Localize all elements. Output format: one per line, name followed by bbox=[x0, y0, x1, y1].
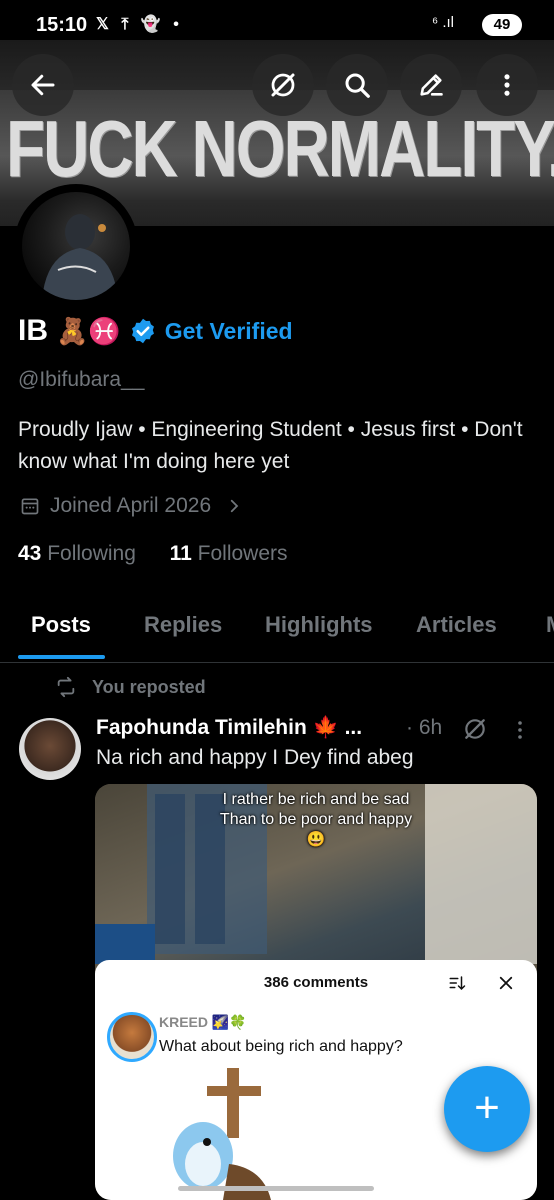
post-author-name[interactable]: Fapohunda Timilehin 🍁 ... bbox=[96, 716, 362, 740]
caption-line-1: I rather be rich and be sad bbox=[222, 791, 410, 808]
compose-fab-button[interactable]: + bbox=[444, 1066, 530, 1152]
tab-media[interactable]: M bbox=[546, 612, 554, 638]
avatar-figure-icon bbox=[42, 214, 118, 300]
calendar-icon bbox=[21, 498, 39, 515]
battery-indicator: 49 bbox=[482, 14, 522, 36]
penguin-sticker-icon bbox=[173, 1068, 271, 1200]
profile-handle: @Ibifubara__ bbox=[18, 368, 145, 391]
caption-line-2: Than to be poor and happy bbox=[219, 811, 413, 828]
tab-replies[interactable]: Replies bbox=[144, 612, 222, 638]
post-text: Na rich and happy I Dey find abeg bbox=[96, 746, 414, 769]
close-icon bbox=[499, 976, 513, 990]
tab-articles[interactable]: Articles bbox=[416, 612, 497, 638]
profile-name-row: IB 🧸♓ Get Verified bbox=[18, 314, 293, 348]
edit-button[interactable] bbox=[400, 54, 462, 116]
comment-username: KREED 🌠🍀 bbox=[159, 1014, 247, 1030]
post-timestamp: · 6h bbox=[406, 716, 443, 739]
status-time: 15:10 bbox=[36, 14, 88, 36]
wifi-signal-icon: ⁶ .ıl bbox=[432, 14, 455, 31]
repost-context: You reposted bbox=[54, 676, 206, 698]
tab-posts[interactable]: Posts bbox=[31, 612, 91, 638]
active-tab-indicator bbox=[18, 655, 105, 659]
comment-text: What about being rich and happy? bbox=[159, 1038, 403, 1055]
following-count: 43 bbox=[18, 542, 42, 565]
grok-icon[interactable] bbox=[462, 716, 488, 742]
search-icon bbox=[345, 73, 370, 98]
more-vertical-icon bbox=[504, 74, 510, 96]
profile-bio: Proudly Ijaw • Engineering Student • Jes… bbox=[18, 418, 523, 473]
media-caption: I rather be rich and be sad Than to be p… bbox=[95, 790, 537, 850]
notification-icons: 𝕏 ⤒ 👻 • bbox=[96, 16, 183, 33]
followers-label: Followers bbox=[197, 542, 288, 565]
following-label: Following bbox=[47, 542, 136, 565]
avatar-image bbox=[22, 192, 130, 300]
joined-date: Joined April 2026 bbox=[50, 494, 212, 517]
arrow-left-icon bbox=[31, 74, 55, 96]
back-button[interactable] bbox=[12, 54, 74, 116]
get-verified-link[interactable]: Get Verified bbox=[165, 318, 293, 345]
caption-emoji: 😃 bbox=[306, 831, 326, 848]
tab-highlights[interactable]: Highlights bbox=[265, 612, 373, 638]
followers-count: 11 bbox=[169, 542, 192, 565]
verified-badge-icon[interactable] bbox=[129, 317, 157, 345]
followers-link[interactable]: 11 Followers bbox=[170, 542, 288, 565]
grok-icon bbox=[271, 73, 295, 97]
grok-button[interactable] bbox=[252, 54, 314, 116]
profile-name-emojis: 🧸♓ bbox=[56, 315, 121, 346]
search-button[interactable] bbox=[326, 54, 388, 116]
pencil-icon bbox=[420, 74, 443, 96]
repost-label: You reposted bbox=[92, 676, 206, 697]
home-indicator bbox=[178, 1186, 374, 1191]
chevron-right-icon bbox=[230, 499, 239, 513]
profile-tabs: Posts Replies Highlights Articles M bbox=[0, 600, 554, 663]
status-bar: 15:10 𝕏 ⤒ 👻 • ⁶ .ıl 49 bbox=[0, 0, 554, 44]
more-vertical-icon[interactable] bbox=[508, 718, 532, 742]
sort-icon bbox=[449, 976, 466, 991]
follow-stats: 43 Following 11 Followers bbox=[18, 542, 288, 566]
more-options-button[interactable] bbox=[476, 54, 538, 116]
repost-icon bbox=[57, 676, 75, 698]
profile-name: IB bbox=[18, 314, 48, 347]
profile-avatar[interactable] bbox=[14, 184, 138, 308]
post-author-avatar[interactable] bbox=[19, 718, 81, 780]
comments-title: 386 comments bbox=[263, 974, 369, 991]
comment-avatar bbox=[107, 1012, 157, 1062]
joined-date-row[interactable]: Joined April 2026 bbox=[20, 494, 243, 518]
following-link[interactable]: 43 Following bbox=[18, 542, 136, 565]
